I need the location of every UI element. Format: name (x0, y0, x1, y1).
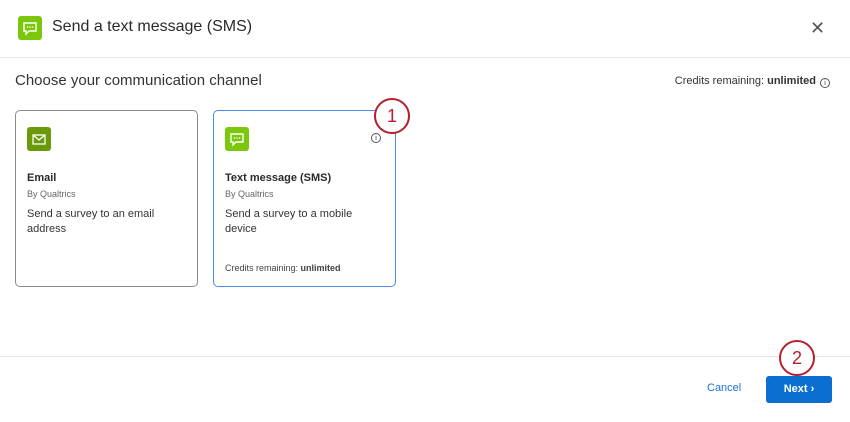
card-name: Email (27, 172, 57, 184)
card-description: Send a survey to a mobile device (225, 208, 353, 235)
info-icon[interactable]: i (371, 133, 381, 143)
card-provider: By Qualtrics (27, 189, 76, 199)
card-description: Send a survey to an email address (27, 208, 155, 235)
channel-card-email[interactable]: Email By Qualtrics Send a survey to an e… (15, 110, 198, 287)
info-icon[interactable]: i (820, 78, 830, 88)
cancel-button[interactable]: Cancel (707, 382, 741, 394)
annotation-badge: 2 (779, 340, 815, 376)
next-button[interactable]: Next › (766, 376, 832, 403)
dialog-header: Send a text message (SMS) ✕ (0, 0, 850, 58)
envelope-icon (27, 127, 51, 151)
card-provider: By Qualtrics (225, 189, 274, 199)
section-title: Choose your communication channel (15, 72, 262, 89)
channel-card-sms[interactable]: i Text message (SMS) By Qualtrics Send a… (213, 110, 396, 287)
close-icon[interactable]: ✕ (810, 19, 825, 37)
card-credits: Credits remaining: unlimited (225, 263, 341, 273)
chat-bubble-icon (225, 127, 249, 151)
sms-app-icon (18, 16, 42, 40)
annotation-badge: 1 (374, 98, 410, 134)
credits-remaining: Credits remaining: unlimited i (675, 75, 830, 88)
chevron-right-icon: › (810, 383, 815, 395)
card-name: Text message (SMS) (225, 172, 332, 184)
dialog-title: Send a text message (SMS) (52, 18, 253, 35)
